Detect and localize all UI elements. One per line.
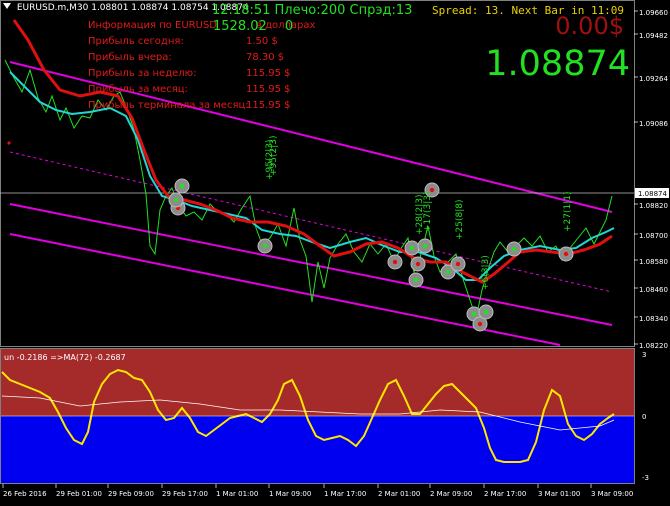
signal-dot: [7, 141, 11, 145]
info-row-month: Прибыль за месяц: 115.95 $: [88, 82, 308, 98]
trade-marker-dot: [445, 269, 451, 275]
profit-terminal-value: 115.95 $: [246, 100, 291, 111]
price-tick-label: 1.09660: [639, 9, 668, 17]
profit-today-label: Прибыль сегодня:: [88, 36, 184, 47]
trade-marker-dot: [471, 311, 477, 317]
symbol-name: EURUSD.m,M30: [16, 3, 89, 13]
info-row-today: Прибыль сегодня: 1.50 $: [88, 34, 308, 50]
profit-yesterday-label: Прибыль вчера:: [88, 52, 172, 63]
trade-marker-dot: [409, 245, 415, 251]
trade-marker-dot: [477, 321, 483, 327]
trade-marker-dot: [173, 197, 179, 203]
time-axis[interactable]: 26 Feb 2016 29 Feb 01:00 29 Feb 09:00 29 Fe…: [2, 484, 633, 498]
trade-marker-dot: [422, 243, 428, 249]
profit-week-value: 115.95 $: [246, 68, 291, 79]
time-tick-label: 29 Feb 09:00: [108, 490, 154, 498]
trade-label: +27(1|1): [563, 192, 573, 233]
trade-marker-dot: [413, 277, 419, 283]
time-tick-label: 2 Mar 17:00: [484, 490, 526, 498]
price-tick-label: 1.08220: [639, 342, 668, 350]
trade-label: +17(3|3): [423, 192, 433, 233]
time-tick-label: 2 Mar 09:00: [430, 490, 472, 498]
current-price-big: 1.08874: [485, 44, 630, 84]
price-tick-label: 1.09482: [639, 32, 668, 40]
time-tick-label: 3 Mar 09:00: [591, 490, 633, 498]
oscillator-tick-label: -3: [642, 474, 649, 482]
time-tick-label: 29 Feb 01:00: [56, 490, 102, 498]
profit-today-value: 1.50 $: [246, 36, 278, 47]
price-tick-label: 1.09264: [639, 75, 668, 83]
info-row-yesterday: Прибыль вчера: 78.30 $: [88, 50, 308, 66]
time-tick-label: 1 Mar 09:00: [269, 490, 311, 498]
profit-yesterday-value: 78.30 $: [246, 52, 285, 63]
trade-marker-dot: [483, 309, 489, 315]
time-tick-label: 2 Mar 01:00: [378, 490, 420, 498]
oscillator-axis: 3 0 -3: [642, 351, 649, 482]
trade-marker-dot: [262, 243, 268, 249]
trade-markers[interactable]: [168, 178, 574, 332]
trade-marker-dot: [563, 251, 569, 257]
oscillator-label: un -0.2186 =>MA(72) -0.2687: [4, 353, 126, 362]
info-row-week: Прибыль за неделю: 115.95 $: [88, 66, 308, 82]
info-header-label: Информация по EURUSD: [88, 20, 217, 31]
price-axis[interactable]: 1.09660 1.09482 1.09264 1.09086 1.08820 1.087…: [634, 9, 669, 350]
profit-week-label: Прибыль за неделю:: [88, 68, 197, 79]
price-tick-label: 1.08460: [639, 286, 668, 294]
balance-suffix: 0: [284, 19, 294, 34]
time-tick-label: 26 Feb 2016: [3, 490, 47, 498]
info-row-terminal: Прибыль терминала за месяц: 115.95 $: [88, 98, 308, 114]
trade-label: +25(8|8): [455, 200, 465, 241]
server-clock: 12:18:51 Плечо:200 Спрэд:13: [212, 3, 413, 18]
profit-month-value: 115.95 $: [246, 84, 291, 95]
oscillator-tick-label: 0: [642, 413, 646, 421]
trade-marker-dot: [415, 261, 421, 267]
current-price-label: 1.08874: [638, 190, 667, 198]
trade-marker-dot: [511, 246, 517, 252]
account-balance: 1528.02 0: [213, 19, 293, 34]
open-pnl: 0.00$: [555, 12, 624, 40]
price-tick-label: 1.08340: [639, 315, 668, 323]
price-tick-label: 1.08700: [639, 232, 668, 240]
price-tick-label: 1.09086: [639, 120, 668, 128]
profit-terminal-label: Прибыль терминала за месяц:: [88, 100, 249, 111]
trade-marker-dot: [455, 261, 461, 267]
time-tick-label: 3 Mar 01:00: [538, 490, 580, 498]
triangle-down-icon: [3, 3, 11, 9]
time-tick-label: 1 Mar 17:00: [324, 490, 366, 498]
time-tick-label: 29 Feb 17:00: [162, 490, 208, 498]
profit-month-label: Прибыль за месяц:: [88, 84, 188, 95]
price-tick-label: 1.08820: [639, 202, 668, 210]
oscillator-tick-label: 3: [642, 351, 646, 359]
trade-label: +6(3|3): [481, 255, 491, 290]
trade-marker-dot: [392, 259, 398, 265]
time-tick-label: 1 Mar 01:00: [216, 490, 258, 498]
price-tick-label: 1.08580: [639, 258, 668, 266]
trade-marker-dot: [179, 183, 185, 189]
trade-label: +95(2|3): [269, 136, 279, 177]
balance-value: 1528.02: [213, 19, 267, 34]
chart-area[interactable]: +95(2|3) +95(2|3) +28(2|3) +17(3|3) +25(8|8)…: [0, 0, 670, 502]
